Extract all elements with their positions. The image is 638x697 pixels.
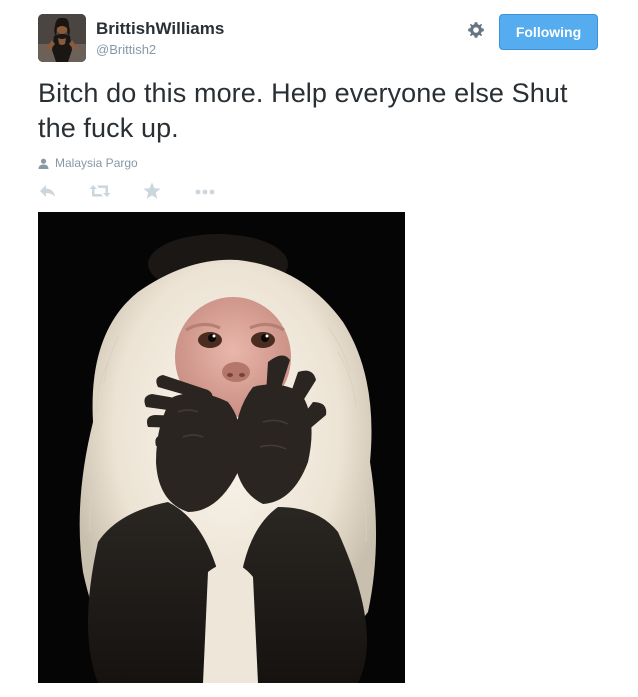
tweet: BrittishWilliams @Brittish2 Following Bi… bbox=[0, 0, 638, 697]
gear-icon[interactable] bbox=[466, 20, 486, 40]
author-name[interactable]: BrittishWilliams bbox=[96, 19, 224, 39]
author-handle[interactable]: @Brittish2 bbox=[96, 42, 156, 57]
more-icon[interactable] bbox=[194, 181, 216, 201]
reply-icon[interactable] bbox=[38, 181, 60, 201]
author-avatar[interactable] bbox=[38, 14, 86, 62]
person-icon bbox=[38, 158, 49, 169]
retweet-icon[interactable] bbox=[89, 181, 111, 201]
tweet-text: Bitch do this more. Help everyone else S… bbox=[38, 78, 568, 143]
star-icon[interactable] bbox=[142, 181, 164, 201]
tweet-photo[interactable] bbox=[38, 212, 405, 683]
tweet-context: Malaysia Pargo bbox=[38, 156, 138, 170]
following-button[interactable]: Following bbox=[499, 14, 598, 50]
context-label[interactable]: Malaysia Pargo bbox=[55, 156, 138, 170]
